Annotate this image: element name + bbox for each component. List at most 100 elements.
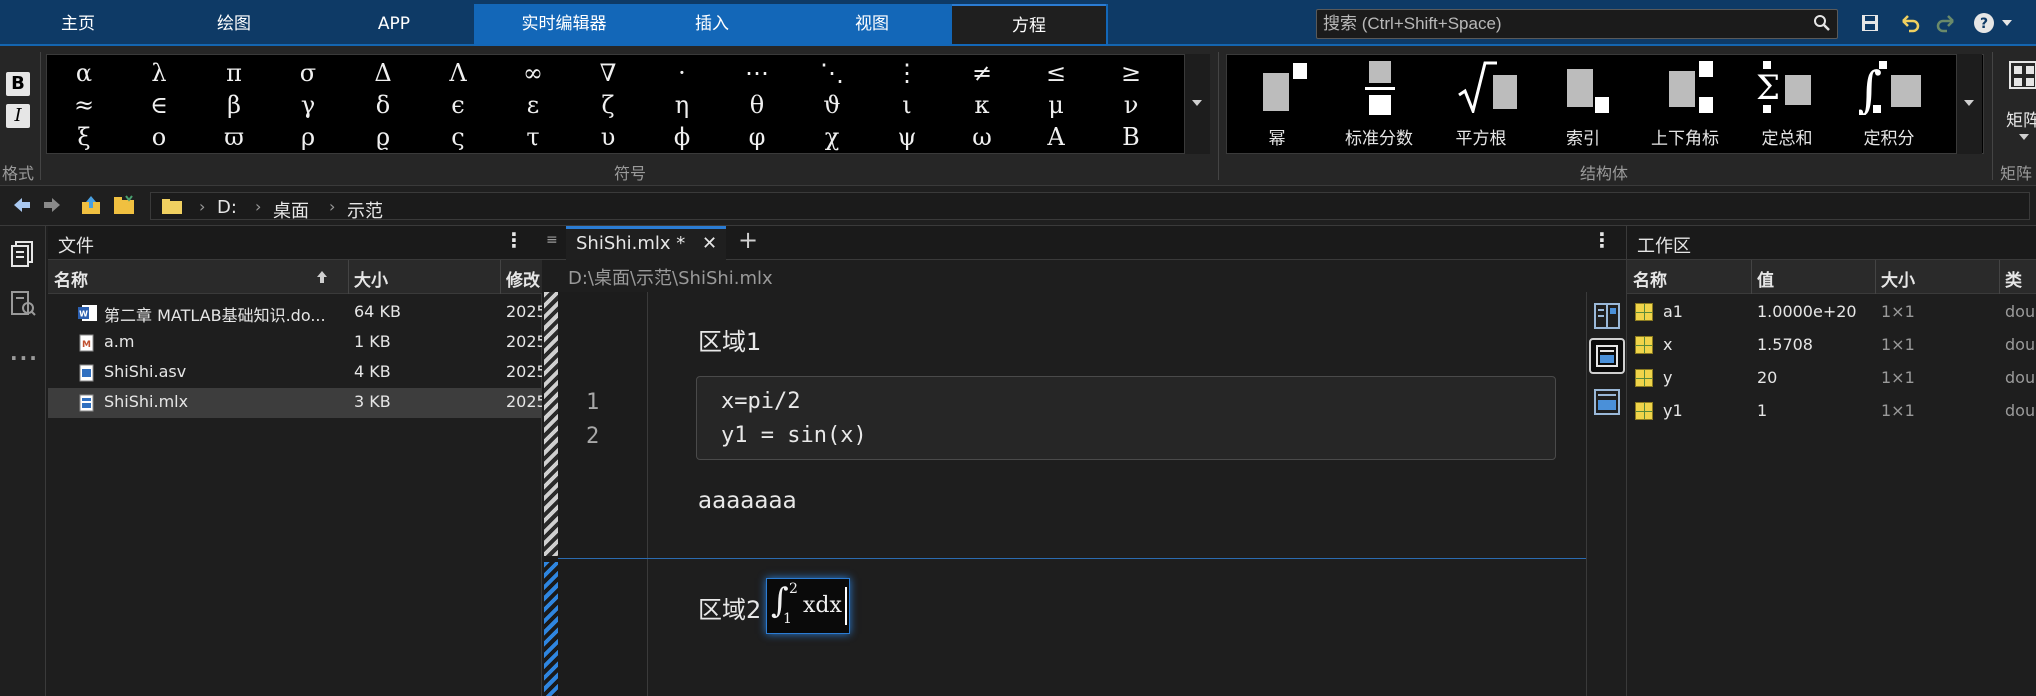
section-1-title[interactable]: 区域1 [698, 322, 761, 357]
breadcrumb[interactable]: › D: › 桌面 › 示范 [150, 192, 2030, 223]
workspace-row[interactable]: a1 1.0000e+20 1×1 dou [1627, 296, 2036, 328]
symbol-button[interactable]: ⋱ [807, 57, 857, 89]
symbol-button[interactable]: Δ [358, 57, 408, 89]
symbol-button[interactable]: ς [433, 121, 483, 153]
structure-definite-integral[interactable]: ∫ 定积分 [1839, 55, 1939, 155]
save-icon[interactable] [1856, 9, 1884, 37]
symbol-button[interactable]: ζ [583, 89, 633, 121]
breadcrumb-item[interactable]: 示范 [347, 197, 383, 223]
file-row[interactable]: ShiShi.mlx 3 KB 2025 [48, 388, 542, 418]
column-class-header[interactable]: 类 [2005, 266, 2022, 291]
back-arrow-icon[interactable] [12, 196, 32, 214]
column-value-header[interactable]: 值 [1757, 266, 1774, 291]
tab-view[interactable]: 视图 [814, 4, 930, 44]
symbol-button[interactable]: ο [134, 121, 184, 153]
symbol-button[interactable]: ϱ [358, 121, 408, 153]
symbol-button[interactable]: ϑ [807, 89, 857, 121]
help-icon[interactable]: ? [1970, 9, 1998, 37]
workspace-row[interactable]: y 20 1×1 dou [1627, 362, 2036, 394]
column-divider[interactable] [1875, 260, 1876, 294]
section-2-title[interactable]: 区域2 [698, 590, 761, 625]
tab-equation[interactable]: 方程 [952, 4, 1106, 44]
symbol-button[interactable]: ϖ [209, 121, 259, 153]
symbol-button[interactable]: δ [358, 89, 408, 121]
text-paragraph[interactable]: aaaaaaa [698, 488, 797, 514]
output-inline-button[interactable] [1589, 338, 1625, 374]
symbol-button[interactable]: ε [508, 89, 558, 121]
symbol-button[interactable]: ρ [283, 121, 333, 153]
symbol-button[interactable]: ι [882, 89, 932, 121]
symbol-button[interactable]: π [209, 57, 259, 89]
column-name-header[interactable]: 名称 [54, 266, 88, 291]
integral-body[interactable]: xdx [803, 593, 842, 618]
symbol-button[interactable]: ν [1106, 89, 1156, 121]
search-box[interactable] [1316, 9, 1838, 39]
symbol-button[interactable]: β [209, 89, 259, 121]
files-panel-icon[interactable] [10, 240, 36, 268]
symbol-button[interactable]: ≠ [957, 57, 1007, 89]
bold-button[interactable]: B [6, 72, 30, 96]
close-tab-icon[interactable]: ✕ [702, 233, 717, 254]
undo-icon[interactable] [1896, 9, 1924, 37]
more-panels-icon[interactable]: ··· [10, 346, 39, 370]
symbol-button[interactable]: ∞ [508, 57, 558, 89]
symbol-button[interactable]: χ [807, 121, 857, 153]
new-tab-icon[interactable]: + [738, 226, 758, 254]
file-browser-menu-icon[interactable]: ⋮ [504, 228, 524, 252]
symbol-button[interactable]: ≥ [1106, 57, 1156, 89]
column-modified-header[interactable]: 修改 [506, 266, 540, 291]
symbol-button[interactable]: φ [732, 121, 782, 153]
search-icon[interactable] [1813, 14, 1831, 36]
editor-tab[interactable]: ShiShi.mlx * ✕ [566, 226, 726, 260]
symbol-button[interactable]: μ [1031, 89, 1081, 121]
symbol-button[interactable]: η [657, 89, 707, 121]
workspace-row[interactable]: x 1.5708 1×1 dou [1627, 329, 2036, 361]
symbol-button[interactable]: κ [957, 89, 1007, 121]
file-details-icon[interactable] [10, 290, 36, 318]
symbol-button[interactable]: Α [1031, 121, 1081, 153]
symbol-button[interactable]: ∈ [134, 89, 184, 121]
structure-fraction[interactable]: 标准分数 [1329, 55, 1429, 155]
section-indicator-current[interactable] [544, 562, 558, 696]
symbol-button[interactable]: ⋯ [732, 57, 782, 89]
italic-button[interactable]: I [6, 104, 30, 128]
column-divider[interactable] [348, 260, 349, 294]
browse-folder-icon[interactable] [112, 194, 136, 216]
tab-home[interactable]: 主页 [20, 4, 136, 44]
structure-index[interactable]: 索引 [1533, 55, 1633, 155]
editor-menu-icon[interactable]: ⋮ [1592, 228, 1612, 252]
integral-upper-limit[interactable]: 2 [789, 581, 798, 597]
symbol-button[interactable]: ≤ [1031, 57, 1081, 89]
column-divider[interactable] [1999, 260, 2000, 294]
code-line[interactable]: y1 = sin(x) [721, 423, 867, 448]
breadcrumb-item[interactable]: D: [217, 197, 237, 218]
tab-list-icon[interactable]: ≡ [546, 232, 558, 248]
workspace-row[interactable]: y1 1 1×1 dou [1627, 395, 2036, 427]
structures-gallery-expand[interactable] [1956, 54, 1982, 154]
symbol-button[interactable]: Β [1106, 121, 1156, 153]
hide-code-icon[interactable] [1593, 388, 1621, 416]
symbol-button[interactable]: ψ [882, 121, 932, 153]
forward-arrow-icon[interactable] [42, 196, 62, 214]
search-input[interactable] [1323, 13, 1793, 35]
structure-square-root[interactable]: 平方根 [1431, 55, 1531, 155]
symbol-button[interactable]: ≈ [59, 89, 109, 121]
column-size-header[interactable]: 大小 [1881, 266, 1915, 291]
tab-app[interactable]: APP [336, 4, 452, 44]
section-indicator-stale[interactable] [544, 292, 558, 556]
symbol-button[interactable]: ϵ [433, 89, 483, 121]
column-divider[interactable] [500, 260, 501, 294]
file-row[interactable]: W 第二章 MATLAB基础知识.do... 64 KB 2025 [48, 298, 542, 328]
file-row[interactable]: ShiShi.asv 4 KB 2025 [48, 358, 542, 388]
symbol-button[interactable]: ⋮ [882, 57, 932, 89]
symbol-button[interactable]: ω [957, 121, 1007, 153]
column-name-header[interactable]: 名称 [1633, 266, 1667, 291]
up-folder-icon[interactable] [80, 194, 102, 216]
tab-live-editor[interactable]: 实时编辑器 [494, 4, 634, 44]
file-row[interactable]: Ma.m 1 KB 2025 [48, 328, 542, 358]
symbol-button[interactable]: θ [732, 89, 782, 121]
symbol-button[interactable]: σ [283, 57, 333, 89]
output-right-icon[interactable] [1593, 302, 1621, 330]
symbol-button[interactable]: υ [583, 121, 633, 153]
help-dropdown-icon[interactable] [1998, 9, 2016, 37]
